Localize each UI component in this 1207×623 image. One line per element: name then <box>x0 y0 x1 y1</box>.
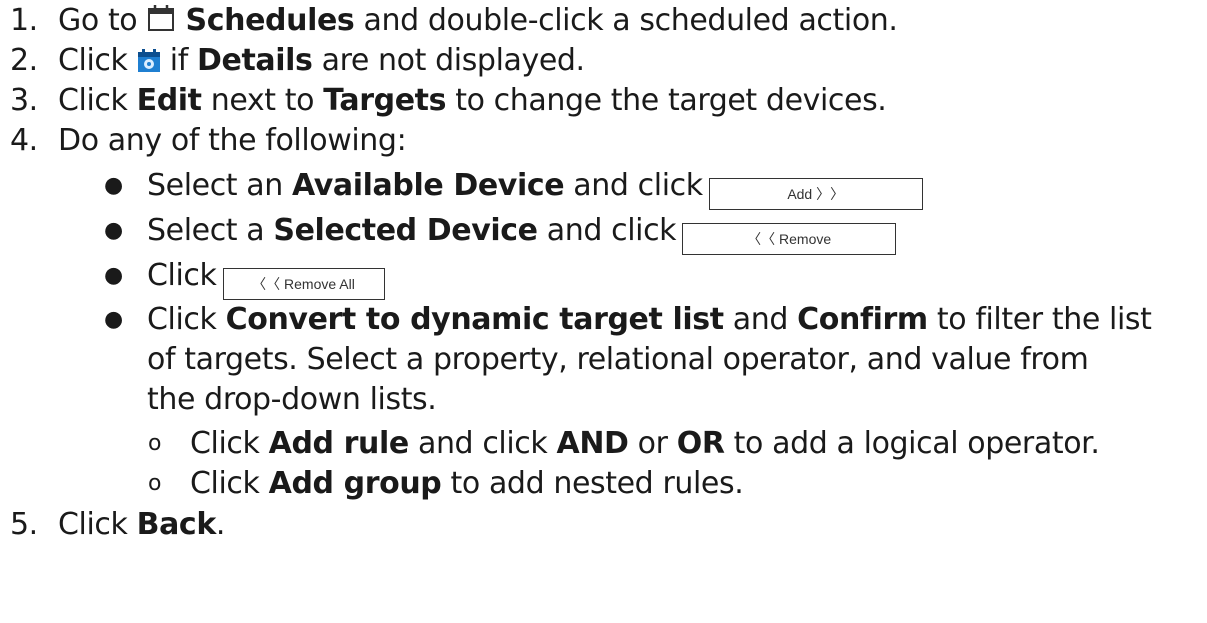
sub-bullet-marker: o <box>148 431 162 456</box>
or-label: OR <box>676 426 725 461</box>
step-number: 2. <box>10 43 38 78</box>
step-text: Do any of the following: <box>58 123 407 158</box>
edit-label: Edit <box>136 83 202 118</box>
bullet-marker: ● <box>104 173 123 198</box>
remove-all-button-image: 〈〈 Remove All <box>222 268 385 300</box>
details-label: Details <box>197 43 313 78</box>
step-number: 1. <box>10 3 38 38</box>
confirm-label: Confirm <box>797 302 928 337</box>
schedules-label: Schedules <box>185 3 355 38</box>
back-label: Back <box>136 507 217 542</box>
add-rule-label: Add rule <box>268 426 410 461</box>
step-number: 3. <box>10 83 38 118</box>
sub-bullet-marker: o <box>148 471 162 496</box>
add-group-label: Add group <box>268 466 442 501</box>
step-number: 4. <box>10 123 38 158</box>
bullet-marker: ● <box>104 218 123 243</box>
add-button-image: Add 〉〉 <box>708 178 923 210</box>
details-calendar-gear-icon <box>137 44 161 84</box>
convert-label: Convert to dynamic target list <box>225 302 724 337</box>
calendar-icon <box>146 3 176 44</box>
selected-device-label: Selected Device <box>273 213 538 248</box>
available-device-label: Available Device <box>292 168 565 203</box>
targets-label: Targets <box>323 83 447 118</box>
bullet-marker: ● <box>104 307 123 332</box>
remove-button-image: 〈〈 Remove <box>682 223 897 255</box>
step-text: Go to <box>58 3 147 38</box>
and-label: AND <box>556 426 629 461</box>
step-number: 5. <box>10 507 38 542</box>
bullet-marker: ● <box>104 263 123 288</box>
